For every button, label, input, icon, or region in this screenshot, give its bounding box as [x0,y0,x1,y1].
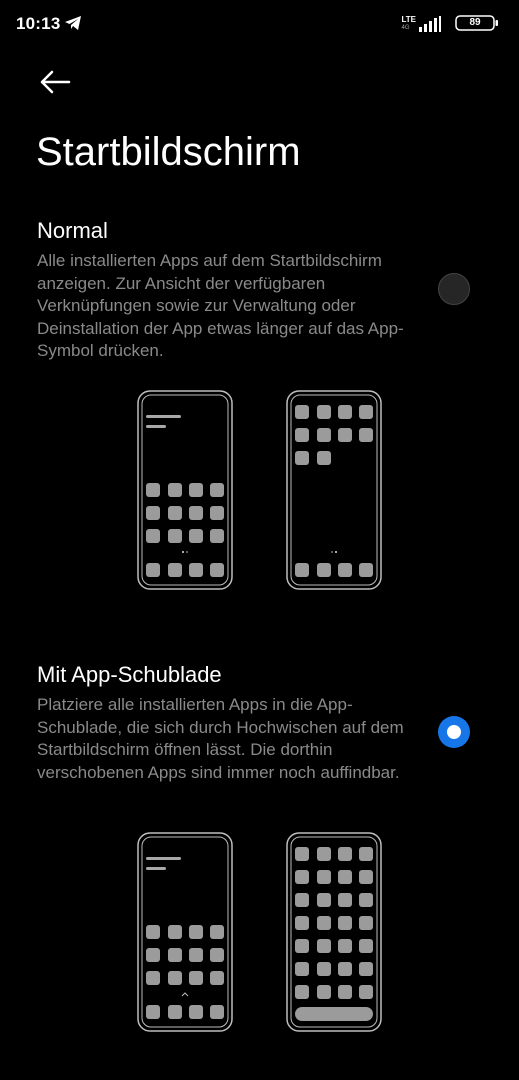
drawer-home-preview [137,832,233,1032]
telegram-icon [64,15,82,36]
option-app-drawer[interactable]: Mit App-Schublade Platziere alle install… [37,662,467,784]
option-normal-description: Alle installierten Apps auf dem Startbil… [37,251,404,360]
status-time: 10:13 [16,14,61,33]
signal-icon [419,16,441,37]
option-normal-radio[interactable] [438,273,470,305]
option-app-drawer-description: Platziere alle installierten Apps in die… [37,695,404,782]
option-app-drawer-title: Mit App-Schublade [37,662,222,687]
battery-icon: 89 [455,15,499,31]
back-arrow-icon [40,70,71,94]
battery-level: 89 [469,17,481,28]
status-indicators: LTE 4G 89 [379,14,499,32]
normal-home-preview [137,390,233,590]
drawer-apps-preview [286,832,382,1032]
normal-apps-preview [286,390,382,590]
network-type: LTE 4G [401,15,416,32]
back-button[interactable] [36,62,76,102]
page-title: Startbildschirm [36,130,301,174]
status-bar: 10:13 LTE 4G 89 [0,0,519,48]
option-normal-title: Normal [37,218,108,243]
option-app-drawer-radio[interactable] [438,716,470,748]
option-normal[interactable]: Normal Alle installierten Apps auf dem S… [37,218,467,363]
